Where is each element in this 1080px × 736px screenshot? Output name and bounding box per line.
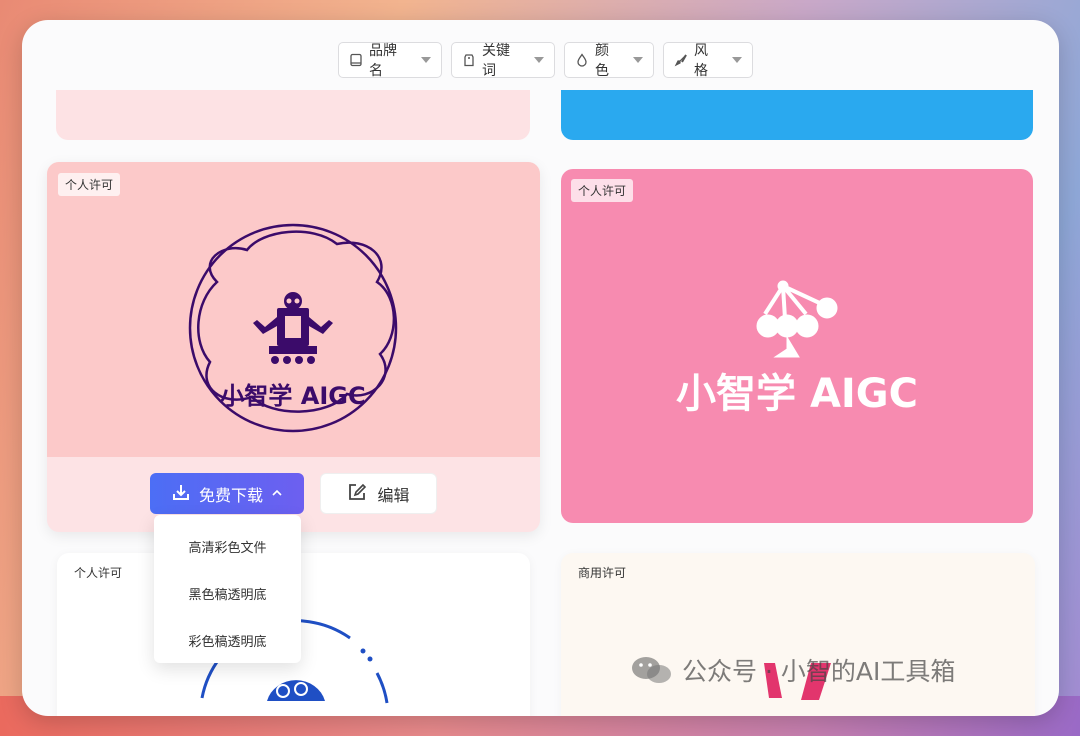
free-download-button[interactable]: 免费下载: [150, 473, 304, 514]
menu-item-hd-color[interactable]: 高清彩色文件: [154, 523, 301, 570]
filter-bar: 品牌名 关键词 颜色 风格: [338, 42, 753, 79]
filter-label: 颜色: [595, 43, 609, 79]
edit-button[interactable]: 编辑: [320, 473, 437, 514]
filter-color[interactable]: 颜色: [564, 42, 654, 79]
chevron-down-icon: [534, 57, 544, 63]
filter-keyword[interactable]: 关键词: [451, 42, 555, 79]
tag-icon: [462, 53, 476, 67]
brush-icon: [674, 53, 688, 67]
book-icon: [349, 53, 363, 67]
logo-card-pink[interactable]: 小智学 AIGC 个人许可: [561, 169, 1033, 523]
drop-icon: [575, 53, 589, 67]
robot-logo-image: 小智学 AIGC: [188, 223, 398, 433]
chevron-up-icon: [271, 484, 283, 503]
cherry-logo-image: 小智学 AIGC: [676, 280, 918, 417]
app-window: 品牌名 关键词 颜色 风格 小智学 AIGC 个人许可 小智学 AIGC 个人许…: [22, 20, 1059, 716]
menu-item-color-transparent[interactable]: 彩色稿透明底: [154, 617, 301, 664]
watermark-text: 公众号 · 小智的AI工具箱: [682, 657, 956, 686]
wechat-icon: [630, 655, 674, 685]
watermark: 公众号 · 小智的AI工具箱: [630, 652, 955, 688]
logo-text: 小智学 AIGC: [220, 382, 365, 410]
license-badge: 个人许可: [58, 173, 121, 196]
filter-brand-name[interactable]: 品牌名: [338, 42, 442, 79]
edit-label: 编辑: [377, 485, 410, 505]
chevron-down-icon: [421, 57, 431, 63]
filter-style[interactable]: 风格: [663, 42, 753, 79]
chevron-down-icon: [633, 57, 643, 63]
logo-card-partial[interactable]: [561, 90, 1033, 140]
filter-label: 关键词: [482, 43, 510, 79]
logo-card-cream[interactable]: 商用许可: [561, 553, 1035, 716]
filter-label: 风格: [694, 43, 708, 79]
logo-card-partial[interactable]: [56, 90, 530, 140]
logo-text: 小智学 AIGC: [676, 371, 918, 417]
letter-logo-image: [764, 663, 831, 700]
edit-icon: [347, 482, 367, 506]
menu-item-black-transparent[interactable]: 黑色稿透明底: [154, 570, 301, 617]
logo-preview: 小智学 AIGC: [47, 162, 540, 457]
download-dropdown-menu: 高清彩色文件 黑色稿透明底 彩色稿透明底: [154, 515, 301, 663]
license-badge: 个人许可: [571, 179, 634, 202]
chevron-down-icon: [732, 57, 742, 63]
download-label: 免费下载: [198, 485, 263, 505]
download-icon: [171, 482, 191, 506]
filter-label: 品牌名: [369, 43, 397, 79]
